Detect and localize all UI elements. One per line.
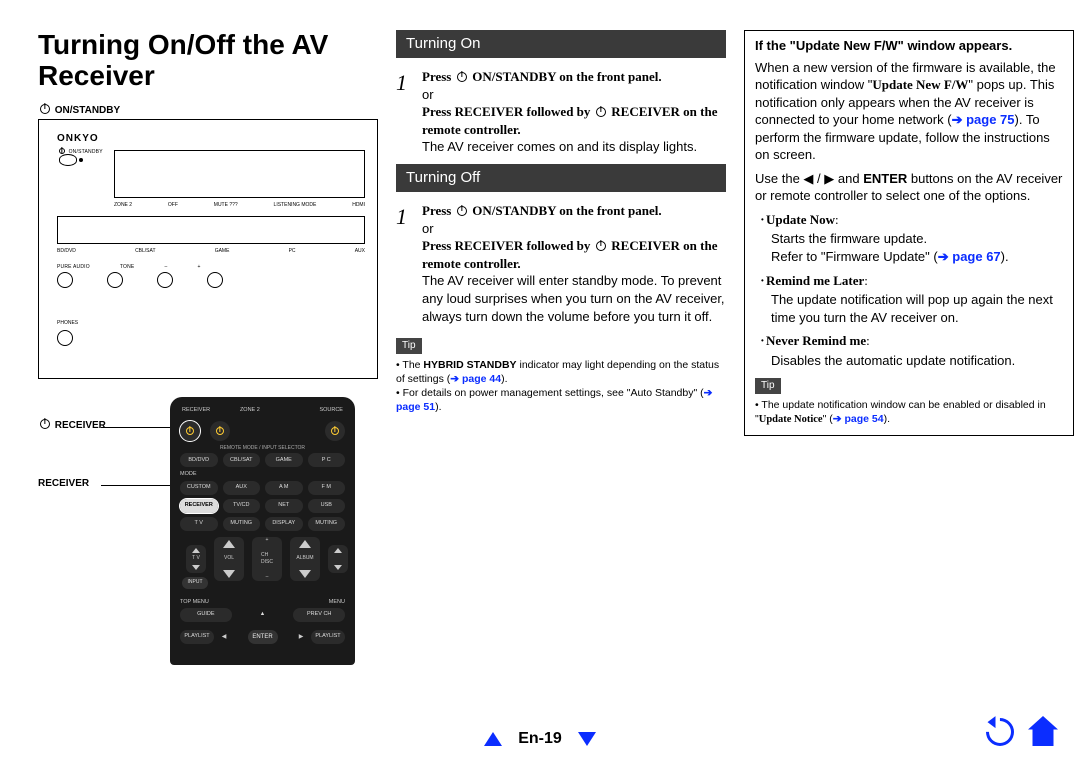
remote-topmenu-label: TOP MENU	[180, 599, 209, 606]
remote-btn: AUX	[223, 481, 261, 495]
remote-power-source	[325, 421, 345, 441]
section-turning-on: Turning On	[396, 30, 726, 58]
fw-box-heading: If the "Update New F/W" window appears.	[755, 37, 1063, 55]
tip-label: Tip	[755, 378, 781, 394]
step-body: Press ON/STANDBY on the front panel. or …	[422, 68, 726, 156]
page-title: Turning On/Off the AV Receiver	[38, 30, 378, 92]
panel-tiny-caption: PURE AUDIOTONE –+	[57, 264, 201, 271]
panel-knobs	[57, 272, 223, 288]
remote-btn: NET	[265, 499, 303, 513]
step-number: 1	[396, 202, 412, 325]
step-number: 1	[396, 68, 412, 156]
remote-power-receiver	[180, 421, 200, 441]
remote-btn: BD/DVD	[180, 453, 218, 467]
panel-power-button	[59, 154, 77, 166]
remote-diagram: RECEIVER ZONE 2 SOURCE REMOTE MODE / INP…	[170, 397, 355, 665]
remote-btn: MUTING	[308, 517, 346, 531]
power-icon	[457, 206, 467, 216]
power-icon	[596, 107, 606, 117]
remote-btn-enter: ENTER	[248, 630, 278, 644]
remote-source-label: SOURCE	[319, 407, 343, 414]
remote-btn: P C	[308, 453, 346, 467]
page-number: En-19	[518, 728, 562, 750]
panel-led	[79, 158, 83, 162]
power-icon	[457, 72, 467, 82]
panel-phones-label: PHONES	[57, 320, 78, 327]
remote-btn: GUIDE	[180, 608, 232, 622]
callout-receiver-1: RECEIVER	[38, 419, 106, 433]
remote-btn: DISPLAY	[265, 517, 303, 531]
prev-page-icon[interactable]	[484, 732, 502, 746]
next-page-icon[interactable]	[578, 732, 596, 746]
remote-btn: F M	[308, 481, 346, 495]
remote-mode-sublabel: REMOTE MODE / INPUT SELECTOR	[180, 445, 345, 452]
callout-receiver-2: RECEIVER	[38, 477, 89, 491]
remote-btn: GAME	[265, 453, 303, 467]
callout-onstandby: ON/STANDBY	[38, 104, 378, 118]
remote-zone2-label: ZONE 2	[240, 407, 260, 414]
remote-navpad: T V VOL +CH DISC– ALBUM INPUT	[180, 535, 345, 593]
remote-arrow-up: ▲	[237, 608, 289, 622]
remote-btn: PREV CH	[293, 608, 345, 622]
tip-body: • The update notification window can be …	[755, 398, 1063, 427]
remote-menu-label: MENU	[329, 599, 345, 606]
remote-btn: CUSTOM	[180, 481, 218, 495]
remote-btn: USB	[308, 499, 346, 513]
panel-strip	[57, 216, 365, 244]
power-icon	[59, 148, 65, 154]
section-turning-off: Turning Off	[396, 164, 726, 192]
panel-button-row: BD/DVDCBL/SAT GAMEPC AUX	[57, 248, 365, 255]
link-page-67[interactable]: ➔ page 67	[938, 249, 1001, 264]
link-page-44[interactable]: ➔ page 44	[450, 373, 501, 385]
remote-btn: PLAYLIST	[311, 630, 345, 644]
remote-btn: A M	[265, 481, 303, 495]
panel-display	[114, 150, 365, 198]
panel-phones-jack	[57, 330, 73, 346]
power-icon	[40, 104, 50, 114]
remote-btn: CBL/SAT	[223, 453, 261, 467]
back-icon[interactable]	[980, 712, 1020, 752]
remote-mode-prefix: MODE	[180, 471, 197, 478]
tip-label: Tip	[396, 338, 422, 354]
remote-receiver-label: RECEIVER	[182, 407, 210, 414]
power-icon	[596, 241, 606, 251]
tip-body: • The HYBRID STANDBY indicator may light…	[396, 358, 726, 415]
remote-btn: T V	[180, 517, 218, 531]
brand-logo: ONKYO	[57, 132, 99, 146]
step-body: Press ON/STANDBY on the front panel. or …	[422, 202, 726, 325]
remote-btn: PLAYLIST	[180, 630, 214, 644]
home-icon[interactable]	[1028, 716, 1058, 746]
link-page-75[interactable]: ➔ page 75	[952, 112, 1015, 127]
front-panel-diagram: ONKYO ON/STANDBY ZONE 2OFF MUTE ???LISTE…	[38, 119, 378, 379]
remote-btn-input: INPUT	[182, 577, 208, 589]
remote-btn: TV/CD	[223, 499, 261, 513]
link-page-54[interactable]: ➔ page 54	[833, 413, 884, 425]
remote-btn: MUTING	[223, 517, 261, 531]
remote-power-zone2	[210, 421, 230, 441]
firmware-update-box: If the "Update New F/W" window appears. …	[744, 30, 1074, 436]
remote-btn-receiver: RECEIVER	[180, 499, 218, 513]
power-icon	[40, 419, 50, 429]
panel-tiny-labels: ZONE 2OFF MUTE ???LISTENING MODE HDMI	[114, 202, 365, 209]
